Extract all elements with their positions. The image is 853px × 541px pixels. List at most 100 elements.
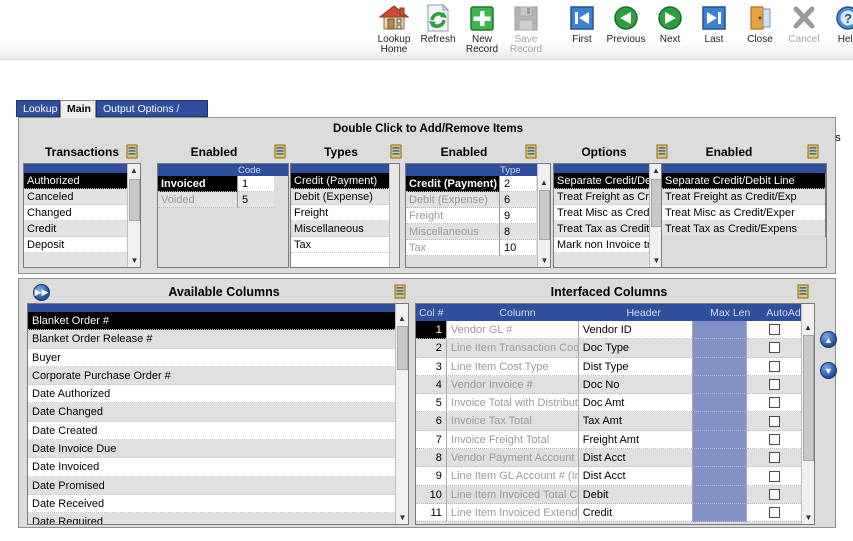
options-list[interactable]: Separate Credit/De Treat Freight as Cr T… [553, 163, 663, 268]
auto-add-checkbox[interactable] [768, 324, 780, 336]
auto-add-checkbox[interactable] [768, 452, 780, 464]
list-item[interactable]: Corporate Purchase Order # [28, 366, 395, 386]
table-row[interactable]: 9 Line Item GL Account # (Inv Dist Acct [416, 467, 801, 486]
cell-auto-add[interactable] [747, 339, 801, 358]
list-item[interactable]: Separate Credit/De [554, 173, 649, 189]
auto-add-checkbox[interactable] [768, 360, 780, 372]
table-row[interactable]: 6 Invoice Tax Total Tax Amt [416, 412, 801, 431]
list-item[interactable]: Date Authorized [28, 385, 395, 404]
cell-auto-add[interactable] [747, 357, 801, 376]
list-item[interactable]: Debit (Expense) [291, 189, 389, 205]
list-item[interactable]: Date Received [28, 495, 395, 514]
scroll-down-icon[interactable]: ▼ [396, 511, 408, 524]
table-row[interactable]: Miscellaneous 8 [406, 224, 536, 240]
available-columns-list-icon[interactable] [394, 284, 407, 302]
cancel-button[interactable]: Cancel [782, 3, 826, 45]
scroll-thumb[interactable] [803, 335, 814, 461]
table-row[interactable]: Credit (Payment) 2 [406, 176, 536, 192]
interfaced-columns-list-icon[interactable] [797, 284, 810, 302]
cell-header[interactable]: Vendor ID [578, 321, 692, 340]
table-row[interactable]: 1 Vendor GL # Vendor ID [416, 321, 801, 340]
cell-max-len[interactable] [691, 321, 748, 340]
scroll-up-icon[interactable]: ▲ [396, 312, 408, 325]
cell-header[interactable]: Freight Amt [578, 430, 692, 450]
cell-header[interactable]: Tax Amt [578, 412, 692, 431]
help-button[interactable]: ? Help [826, 3, 853, 45]
table-row[interactable]: Invoiced 1 [158, 176, 274, 192]
list-item[interactable]: Treat Tax as Credit [554, 221, 649, 237]
table-row[interactable]: Voided 5 [158, 192, 274, 208]
table-row[interactable]: Tax 10 [406, 240, 536, 256]
new-record-button[interactable]: New Record [460, 3, 504, 55]
cell-max-len[interactable] [691, 467, 748, 486]
types-list-icon[interactable] [390, 144, 403, 162]
list-item[interactable]: Buyer [28, 349, 395, 367]
list-item[interactable]: Separate Credit/Debit Line [662, 173, 825, 189]
cell-header[interactable]: Dist Type [578, 357, 692, 376]
auto-add-checkbox[interactable] [768, 433, 780, 445]
cell-max-len[interactable] [691, 449, 748, 468]
cell-header[interactable]: Dist Acct [578, 467, 692, 486]
scroll-thumb[interactable] [397, 326, 408, 370]
save-record-button[interactable]: Save Record [504, 3, 548, 55]
list-item[interactable]: Blanket Order # [28, 312, 395, 331]
scroll-up-icon[interactable]: ▲ [538, 176, 550, 189]
list-item[interactable]: Date Promised [28, 476, 395, 495]
auto-add-checkbox[interactable] [768, 507, 780, 519]
cell-auto-add[interactable] [747, 412, 801, 431]
scroll-down-icon[interactable]: ▼ [128, 254, 140, 267]
auto-add-checkbox[interactable] [768, 470, 780, 482]
list-item[interactable]: Changed [24, 205, 127, 221]
list-item[interactable]: Date Created [28, 422, 395, 441]
transactions-enabled-list-icon[interactable] [274, 144, 287, 162]
close-button[interactable]: Close [738, 3, 782, 45]
first-button[interactable]: First [560, 3, 604, 45]
transactions-scrollbar[interactable]: ▲ ▼ [127, 164, 140, 267]
auto-add-checkbox[interactable] [768, 415, 780, 427]
table-row[interactable]: 11 Line Item Invoiced Extended Credit [416, 503, 801, 523]
move-down-button[interactable]: ▼ [820, 362, 837, 379]
tab-main[interactable]: Main [60, 100, 96, 118]
lookup-home-button[interactable]: Lookup Home [372, 3, 416, 55]
list-item[interactable]: Treat Freight as Cr [554, 189, 649, 205]
cell-auto-add[interactable] [747, 449, 801, 468]
list-item[interactable]: Mark non Invoice tr [554, 237, 649, 253]
types-list[interactable]: Credit (Payment) Debit (Expense) Freight… [290, 163, 400, 268]
cell-auto-add[interactable] [747, 485, 801, 504]
next-button[interactable]: Next [648, 3, 692, 45]
cell-header[interactable]: Debit [578, 485, 692, 504]
cell-auto-add[interactable] [747, 503, 801, 523]
scroll-thumb[interactable] [129, 179, 140, 221]
interfaced-columns-scrollbar[interactable]: ▲ ▼ [801, 304, 814, 524]
auto-add-checkbox[interactable] [768, 379, 780, 391]
list-item[interactable]: Freight [291, 205, 389, 221]
cell-max-len[interactable] [691, 375, 748, 395]
cell-max-len[interactable] [691, 339, 748, 358]
scroll-up-icon[interactable]: ▲ [128, 164, 140, 177]
list-item[interactable]: Date Required [28, 513, 395, 524]
list-item[interactable]: Date Invoiced [28, 458, 395, 477]
table-row[interactable]: 5 Invoice Total with Distribution Doc Am… [416, 394, 801, 413]
list-item[interactable]: Canceled [24, 189, 127, 205]
refresh-button[interactable]: Refresh [416, 3, 460, 55]
cell-auto-add[interactable] [747, 321, 801, 340]
list-item[interactable] [554, 253, 649, 267]
table-row[interactable]: 3 Line Item Cost Type Dist Type [416, 357, 801, 376]
cell-max-len[interactable] [691, 430, 748, 450]
interfaced-columns-grid[interactable]: Col # Column Header Max Len AutoAdd 1 Ve… [415, 303, 815, 525]
options-enabled-list-icon[interactable] [807, 144, 820, 162]
transactions-list[interactable]: Authorized Canceled Changed Credit Depos… [23, 163, 141, 268]
cell-header[interactable]: Doc No [578, 375, 692, 395]
available-columns-scrollbar[interactable]: ▲ ▼ [395, 304, 408, 524]
types-enabled-grid[interactable]: Type Credit (Payment) 2 Debit (Expense) … [405, 163, 551, 268]
cell-header[interactable]: Credit [578, 503, 692, 523]
move-up-button[interactable]: ▲ [820, 331, 837, 348]
cell-auto-add[interactable] [747, 467, 801, 486]
cell-auto-add[interactable] [747, 394, 801, 413]
list-item[interactable]: Credit (Payment) [291, 173, 389, 189]
list-item[interactable]: Treat Freight as Credit/Exp [662, 189, 825, 205]
cell-max-len[interactable] [691, 503, 748, 523]
auto-add-checkbox[interactable] [768, 342, 780, 354]
previous-button[interactable]: Previous [604, 3, 648, 45]
tab-output-options[interactable]: Output Options / Defaults [96, 100, 208, 132]
